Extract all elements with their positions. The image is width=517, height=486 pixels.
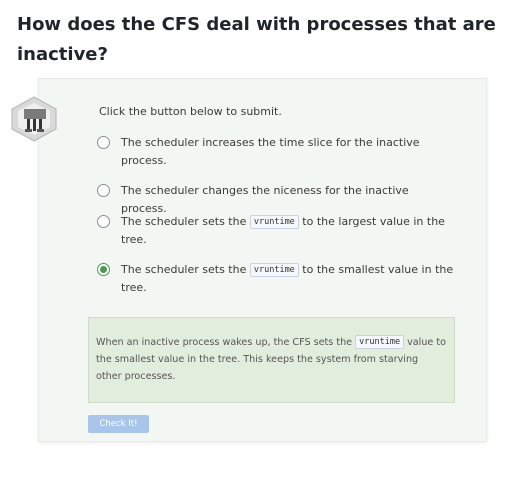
option-4[interactable]: The scheduler sets the vruntime to the s…	[97, 261, 457, 297]
check-it-button[interactable]: Check It!	[88, 415, 149, 433]
radio-button[interactable]	[97, 136, 110, 149]
option-text: The scheduler sets the vruntime to the s…	[121, 261, 457, 297]
option-text: The scheduler increases the time slice f…	[121, 136, 420, 167]
feedback-text-before: When an inactive process wakes up, the C…	[96, 337, 356, 348]
feedback-box: When an inactive process wakes up, the C…	[88, 317, 455, 403]
code-vruntime: vruntime	[249, 215, 299, 229]
question-title: How does the CFS deal with processes tha…	[17, 14, 496, 65]
option-text: The scheduler sets the vruntime to the l…	[121, 213, 457, 249]
option-text-before: The scheduler sets the	[121, 215, 250, 228]
option-1[interactable]: The scheduler increases the time slice f…	[97, 134, 457, 170]
option-3[interactable]: The scheduler sets the vruntime to the l…	[97, 213, 457, 249]
radio-button[interactable]	[97, 215, 110, 228]
radio-button[interactable]	[97, 184, 110, 197]
code-vruntime: vruntime	[249, 263, 299, 277]
radio-button-selected[interactable]	[97, 263, 110, 276]
code-vruntime: vruntime	[355, 335, 405, 349]
network-hub-icon	[11, 96, 57, 142]
option-text-before: The scheduler sets the	[121, 263, 250, 276]
submit-instructions: Click the button below to submit.	[99, 105, 282, 118]
